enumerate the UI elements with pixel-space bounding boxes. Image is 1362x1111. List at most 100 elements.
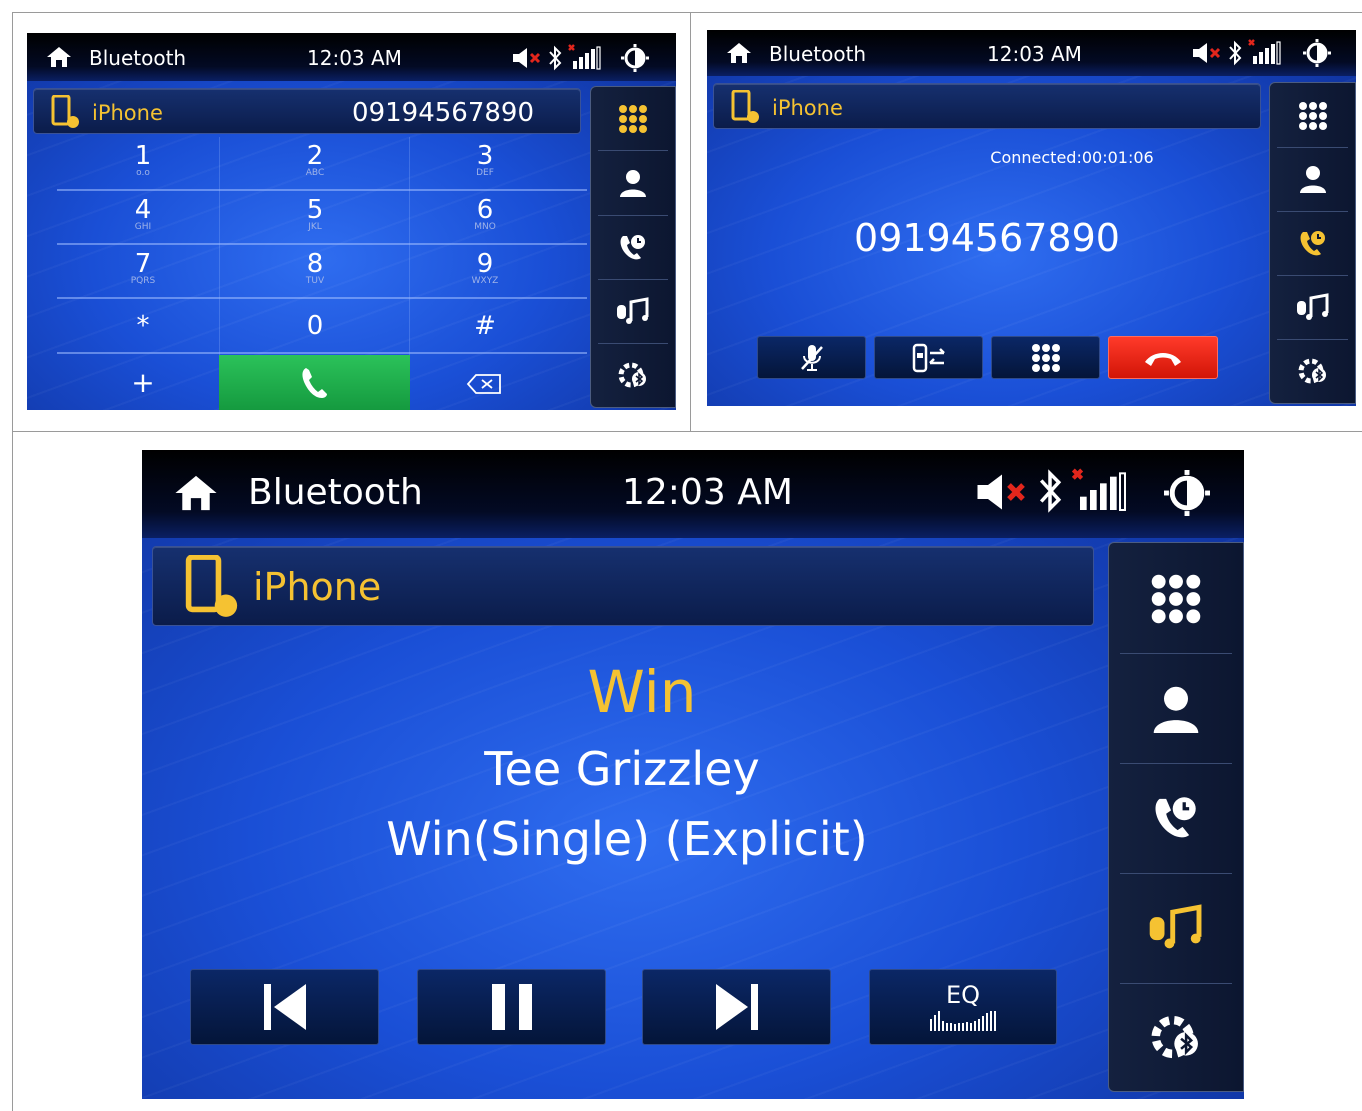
mic-mute-button[interactable]	[757, 336, 866, 379]
device-bar: iPhone 09194567890	[33, 88, 581, 134]
signal-icon	[1248, 39, 1281, 65]
key-2[interactable]: 2 ABC	[255, 143, 375, 178]
device-name: iPhone	[772, 96, 843, 120]
side-keypad-button[interactable]	[1109, 547, 1243, 651]
side-history-button[interactable]	[591, 217, 675, 277]
contacts-icon	[1153, 686, 1199, 733]
side-settings-button[interactable]	[591, 345, 675, 405]
call-keypad-button[interactable]	[991, 336, 1100, 379]
status-time: 12:03 AM	[622, 472, 793, 513]
side-settings-button[interactable]	[1109, 985, 1243, 1089]
side-contacts-button[interactable]	[1109, 657, 1243, 761]
side-music-button[interactable]	[1270, 277, 1355, 337]
contacts-icon	[1299, 166, 1326, 193]
keypad-icon	[1298, 102, 1327, 130]
backspace-icon[interactable]	[466, 373, 502, 395]
call-status: Connected:00:01:06	[990, 148, 1154, 167]
brightness-icon[interactable]	[1303, 39, 1331, 67]
key-6[interactable]: 6 MNO	[425, 197, 545, 232]
status-bar: Bluetooth 12:03 AM	[707, 30, 1356, 76]
side-separator	[1276, 275, 1349, 276]
side-separator	[597, 215, 669, 216]
status-time: 12:03 AM	[307, 46, 402, 70]
home-icon[interactable]	[725, 41, 753, 65]
call-history-icon	[620, 235, 645, 260]
key-4[interactable]: 4 GHI	[83, 197, 203, 232]
side-separator	[1119, 653, 1233, 654]
key-1[interactable]: 1 o.o	[83, 143, 203, 178]
side-contacts-button[interactable]	[1270, 149, 1355, 209]
device-bar: iPhone	[713, 83, 1261, 129]
pause-button[interactable]	[417, 969, 606, 1045]
bluetooth-icon	[549, 45, 562, 71]
bt-music-icon	[1149, 904, 1202, 949]
status-bar: Bluetooth 12:03 AM	[142, 450, 1244, 538]
key-0[interactable]: 0	[255, 313, 375, 339]
next-track-button[interactable]	[642, 969, 831, 1045]
previous-track-button[interactable]	[190, 969, 379, 1045]
skip-next-icon	[715, 984, 758, 1030]
key-star[interactable]: *	[83, 313, 203, 339]
side-separator	[597, 150, 669, 151]
skip-previous-icon	[263, 984, 306, 1030]
dialed-number: 09194567890	[352, 98, 534, 128]
side-keypad-button[interactable]	[591, 91, 675, 147]
music-screen: Bluetooth 12:03 AM iPhone Win Tee Grizzl…	[142, 450, 1244, 1099]
side-music-button[interactable]	[591, 281, 675, 341]
bt-music-icon	[1296, 293, 1328, 320]
mic-mute-icon	[800, 344, 823, 371]
key-7[interactable]: 7 PQRS	[83, 251, 203, 286]
end-call-icon	[1145, 352, 1181, 366]
key-hash[interactable]: #	[425, 313, 545, 339]
phone-handset-icon	[301, 367, 327, 398]
side-history-button[interactable]	[1109, 765, 1243, 869]
keypad-row-divider	[57, 297, 587, 299]
key-3[interactable]: 3 DEF	[425, 143, 545, 178]
pause-icon	[491, 984, 532, 1030]
bt-settings-icon	[618, 362, 646, 388]
status-title: Bluetooth	[769, 42, 867, 66]
side-separator	[597, 279, 669, 280]
call-history-icon	[1155, 797, 1196, 838]
call-button[interactable]	[219, 355, 410, 410]
keypad-icon	[1151, 574, 1201, 624]
home-icon[interactable]	[45, 45, 73, 69]
status-title: Bluetooth	[89, 46, 187, 70]
side-menu	[590, 86, 676, 408]
phone-bluetooth-icon	[51, 95, 79, 128]
side-separator	[1276, 147, 1349, 148]
side-history-button[interactable]	[1270, 213, 1355, 273]
keypad-row-divider	[57, 243, 587, 245]
plus-button[interactable]: +	[83, 366, 203, 399]
phone-bluetooth-icon	[731, 90, 759, 123]
side-contacts-button[interactable]	[591, 153, 675, 213]
bluetooth-icon	[1229, 40, 1242, 66]
end-call-button[interactable]	[1108, 336, 1218, 379]
keypad-col-divider	[409, 137, 410, 355]
frame-divider	[690, 12, 691, 431]
equalizer-icon	[930, 1011, 996, 1031]
mute-icon	[977, 474, 1025, 510]
frame-top	[12, 12, 1362, 13]
bt-music-icon	[617, 297, 649, 324]
side-keypad-button[interactable]	[1270, 87, 1355, 145]
device-bar: iPhone	[152, 546, 1094, 626]
transfer-audio-button[interactable]	[874, 336, 983, 379]
key-9[interactable]: 9 WXYZ	[425, 251, 545, 286]
key-5[interactable]: 5 JKL	[255, 197, 375, 232]
bt-settings-icon	[1151, 1015, 1198, 1059]
contacts-icon	[620, 170, 646, 197]
bluetooth-icon	[1039, 469, 1062, 513]
signal-icon	[1071, 468, 1126, 511]
brightness-icon[interactable]	[1164, 470, 1210, 516]
key-8[interactable]: 8 TUV	[255, 251, 375, 286]
side-settings-button[interactable]	[1270, 341, 1355, 401]
dialpad: 1 o.o 2 ABC 3 DEF 4 GHI 5 JKL 6 MNO 7 PQRS 8 TUV…	[57, 137, 587, 410]
brightness-icon[interactable]	[621, 44, 649, 72]
side-music-button[interactable]	[1109, 875, 1243, 979]
status-bar: Bluetooth 12:03 AM	[27, 33, 676, 81]
eq-button[interactable]: EQ	[869, 969, 1057, 1045]
side-separator	[1119, 983, 1233, 984]
track-artist: Tee Grizzley	[484, 742, 760, 796]
home-icon[interactable]	[172, 472, 220, 514]
